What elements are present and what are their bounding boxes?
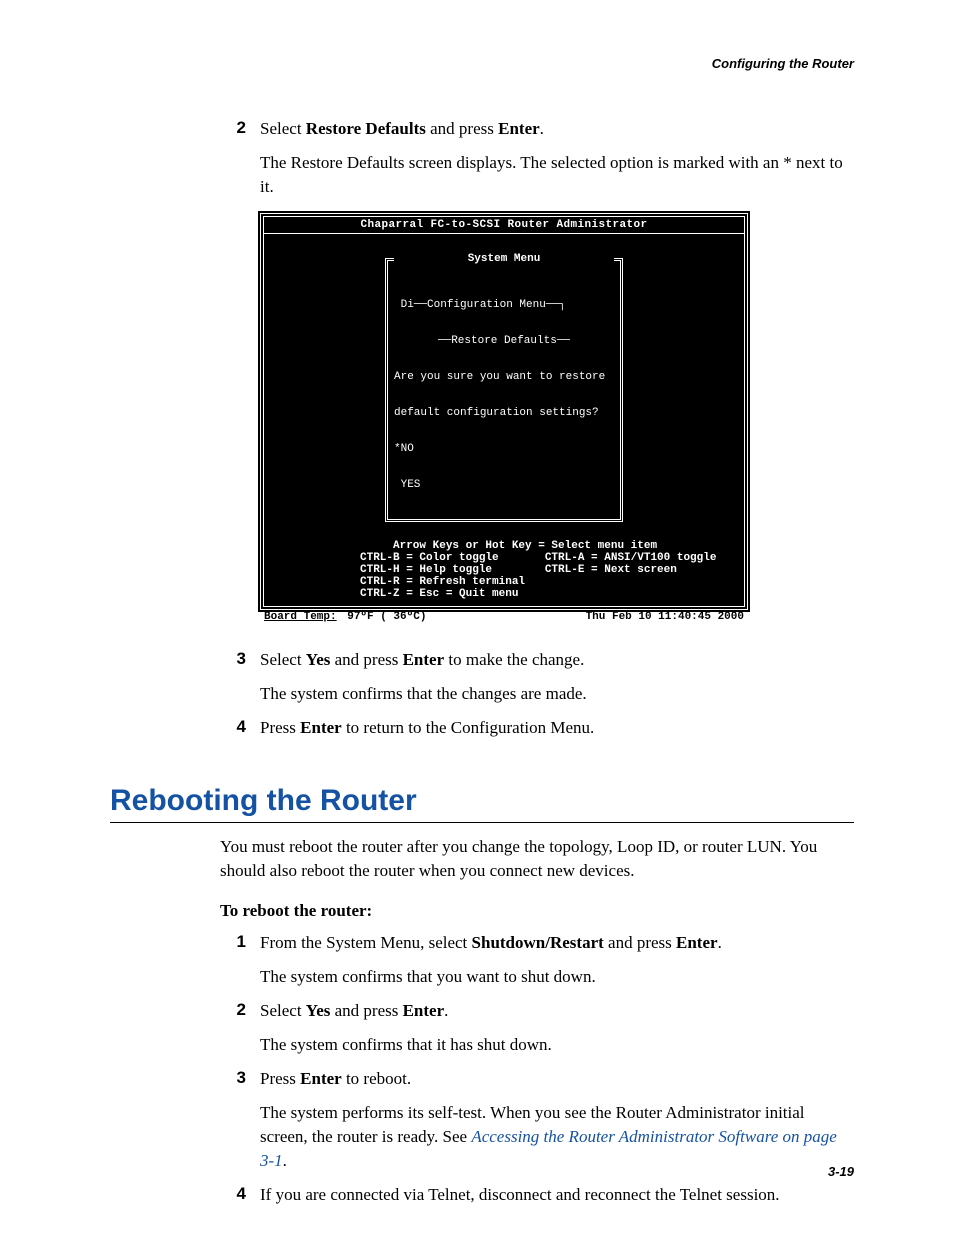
step-number: 2 [212,117,260,139]
terminal-status-bar: Board Temp: 97ºF ( 36ºC) Thu Feb 10 11:4… [260,610,748,624]
reboot-step-2: 2 Select Yes and press Enter. [110,999,854,1031]
reboot-step-2-text: Select Yes and press Enter. [260,999,448,1023]
step-2-follow: The Restore Defaults screen displays. Th… [260,151,854,199]
step-4-text: Press Enter to return to the Configurati… [260,716,594,740]
step-3: 3 Select Yes and press Enter to make the… [110,648,854,680]
reboot-step-4: 4 If you are connected via Telnet, disco… [110,1183,854,1215]
terminal-title: Chaparral FC-to-SCSI Router Administrato… [264,217,744,234]
option-yes: YES [394,479,614,491]
running-header: Configuring the Router [110,56,854,71]
step-number: 1 [212,931,260,953]
step-4: 4 Press Enter to return to the Configura… [110,716,854,748]
step-3-follow: The system confirms that the changes are… [260,682,854,706]
terminal-timestamp: Thu Feb 10 11:40:45 2000 [586,611,744,623]
step-number: 4 [212,1183,260,1205]
step-number: 3 [212,1067,260,1089]
step-2: 2 Select Restore Defaults and press Ente… [110,117,854,149]
reboot-step-2-follow: The system confirms that it has shut dow… [260,1033,854,1057]
step-number: 2 [212,999,260,1021]
reboot-step-3-text: Press Enter to reboot. [260,1067,411,1091]
section-rule [110,822,854,823]
reboot-step-1-follow: The system confirms that you want to shu… [260,965,854,989]
section-heading: Rebooting the Router [110,784,854,818]
step-number: 4 [212,716,260,738]
reboot-step-3-follow: The system performs its self-test. When … [260,1101,854,1173]
terminal-screenshot: Chaparral FC-to-SCSI Router Administrato… [260,213,748,624]
reboot-step-1-text: From the System Menu, select Shutdown/Re… [260,931,722,955]
terminal-dialog: System Menu Di──Configuration Menu──┐ ──… [385,258,623,522]
option-no: *NO [394,443,614,455]
procedure-heading: To reboot the router: [220,901,854,921]
step-3-text: Select Yes and press Enter to make the c… [260,648,584,672]
section-intro: You must reboot the router after you cha… [220,835,854,883]
reboot-step-1: 1 From the System Menu, select Shutdown/… [110,931,854,963]
reboot-step-4-text: If you are connected via Telnet, disconn… [260,1183,780,1207]
reboot-step-3: 3 Press Enter to reboot. [110,1067,854,1099]
page-number: 3-19 [828,1164,854,1179]
step-2-text: Select Restore Defaults and press Enter. [260,117,544,141]
step-number: 3 [212,648,260,670]
terminal-hints: Arrow Keys or Hot Key = Select menu item… [264,530,744,606]
